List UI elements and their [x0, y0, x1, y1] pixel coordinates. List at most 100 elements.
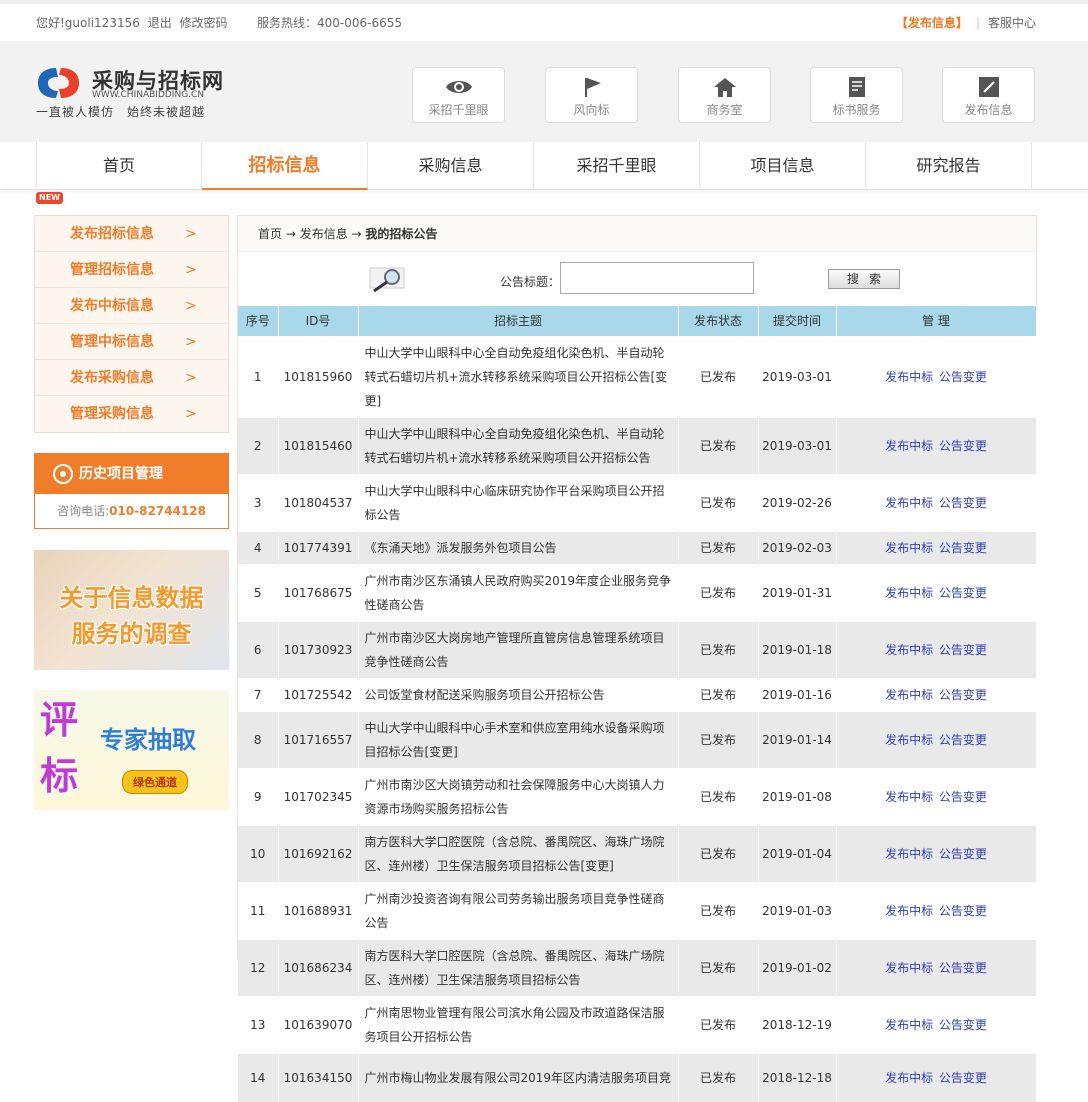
change-notice-link[interactable]: 公告变更 — [939, 1071, 987, 1085]
nav-item-purchase[interactable]: 采购信息 — [368, 142, 534, 190]
table-row: 14 101634150 广州市梅山物业发展有限公司2019年区内清洁服务项目竞 已发… — [238, 1052, 1037, 1102]
row-topic: 中山大学中山眼科中心手术室和供应室用纯水设备采购项目招标公告[变更] — [358, 710, 679, 768]
row-actions: 发布中标 公告变更 — [836, 824, 1037, 882]
nav-item-reports[interactable]: 研究报告 — [866, 142, 1032, 190]
row-actions: 发布中标 公告变更 — [836, 620, 1037, 678]
change-notice-link[interactable]: 公告变更 — [939, 1018, 987, 1032]
row-topic: 广州市南沙区大岗镇劳动和社会保障服务中心大岗镇人力资源市场购买服务招标公告 — [358, 767, 679, 825]
row-actions: 发布中标 公告变更 — [836, 563, 1037, 621]
change-notice-link[interactable]: 公告变更 — [939, 541, 987, 555]
site-logo[interactable]: 采购与招标网 WWW.CHINABIDDING.CN 一直被人模仿 始终未被超越 — [36, 65, 236, 125]
sidebar-item-publish-purchase[interactable]: 发布采购信息 > — [35, 360, 228, 396]
publish-award-link[interactable]: 发布中标 — [885, 790, 933, 804]
row-number: 11 — [238, 881, 279, 939]
search-button[interactable]: 搜索 — [828, 269, 900, 289]
publish-award-link[interactable]: 发布中标 — [885, 1018, 933, 1032]
breadcrumb-home[interactable]: 首页 — [258, 227, 282, 241]
change-notice-link[interactable]: 公告变更 — [939, 370, 987, 384]
column-header: 管 理 — [836, 306, 1037, 336]
row-topic: 公司饭堂食材配送采购服务项目公开招标公告 — [358, 677, 679, 711]
hotline: 服务热线：400-006-6655 — [257, 16, 403, 30]
change-notice-link[interactable]: 公告变更 — [939, 790, 987, 804]
publish-award-link[interactable]: 发布中标 — [885, 541, 933, 555]
row-date: 2019-03-01 — [758, 335, 837, 417]
publish-award-link[interactable]: 发布中标 — [885, 688, 933, 702]
row-status: 已发布 — [678, 1052, 759, 1102]
change-notice-link[interactable]: 公告变更 — [939, 643, 987, 657]
row-number: 9 — [238, 767, 279, 825]
publish-award-link[interactable]: 发布中标 — [885, 586, 933, 600]
main-panel: 首页 → 发布信息 → 我的招标公告 公告标题： 搜索 序号 ID号 招标主题 … — [237, 215, 1037, 1102]
change-notice-link[interactable]: 公告变更 — [939, 904, 987, 918]
change-notice-link[interactable]: 公告变更 — [939, 688, 987, 702]
row-status: 已发布 — [678, 335, 759, 417]
row-date: 2019-01-18 — [758, 620, 837, 678]
row-status: 已发布 — [678, 824, 759, 882]
publish-award-link[interactable]: 发布中标 — [885, 370, 933, 384]
table-header-row: 序号 ID号 招标主题 发布状态 提交时间 管 理 — [238, 306, 1037, 336]
change-notice-link[interactable]: 公告变更 — [939, 496, 987, 510]
history-project-link[interactable]: 历史项目管理 — [35, 454, 228, 494]
survey-banner[interactable]: 关于信息数据 服务的调查 — [34, 550, 229, 670]
change-notice-link[interactable]: 公告变更 — [939, 586, 987, 600]
sidebar-item-manage-award[interactable]: 管理中标信息 > — [35, 324, 228, 360]
new-badge: NEW — [36, 192, 63, 204]
header-button-home[interactable]: 商务室 — [678, 67, 771, 123]
sidebar-item-manage-purchase[interactable]: 管理采购信息 > — [35, 396, 228, 432]
eye-icon — [445, 81, 472, 93]
service-center-link[interactable]: 客服中心 — [988, 16, 1036, 30]
row-id: 101774391 — [278, 530, 359, 564]
row-number: 2 — [238, 416, 279, 474]
change-notice-link[interactable]: 公告变更 — [939, 733, 987, 747]
sidebar-item-label: 管理中标信息 — [70, 334, 154, 350]
search-input[interactable] — [560, 262, 754, 294]
expert-banner-button[interactable]: 绿色通道 — [122, 770, 188, 794]
nav-item-home[interactable]: 首页 — [36, 142, 202, 190]
header-button-flag[interactable]: 风向标 — [545, 67, 638, 123]
survey-banner-line2: 服务的调查 — [71, 620, 192, 648]
sidebar-item-publish-bid[interactable]: 发布招标信息 > — [35, 216, 228, 252]
header-button-document[interactable]: 标书服务 — [810, 67, 903, 123]
publish-award-link[interactable]: 发布中标 — [885, 1071, 933, 1085]
consult-phone-number: 010-82744128 — [109, 504, 206, 518]
logout-link[interactable]: 退出 — [148, 16, 172, 30]
publish-award-link[interactable]: 发布中标 — [885, 733, 933, 747]
header-button-label: 发布信息 — [964, 103, 1013, 117]
row-actions: 发布中标 公告变更 — [836, 530, 1037, 564]
change-notice-link[interactable]: 公告变更 — [939, 847, 987, 861]
publish-award-link[interactable]: 发布中标 — [885, 961, 933, 975]
sidebar-item-manage-bid[interactable]: 管理招标信息 > — [35, 252, 228, 288]
nav-item-bidding[interactable]: 招标信息 — [202, 142, 368, 190]
publish-award-link[interactable]: 发布中标 — [885, 904, 933, 918]
change-notice-link[interactable]: 公告变更 — [939, 961, 987, 975]
sidebar-item-publish-award[interactable]: 发布中标信息 > — [35, 288, 228, 324]
row-actions: 发布中标 公告变更 — [836, 995, 1037, 1053]
table-row: 9 101702345 广州市南沙区大岗镇劳动和社会保障服务中心大岗镇人力资源市场购… — [238, 767, 1037, 825]
row-actions: 发布中标 公告变更 — [836, 767, 1037, 825]
publish-award-link[interactable]: 发布中标 — [885, 496, 933, 510]
row-number: 5 — [238, 563, 279, 621]
publish-award-link[interactable]: 发布中标 — [885, 643, 933, 657]
row-status: 已发布 — [678, 416, 759, 474]
header-button-edit[interactable]: 发布信息 — [942, 67, 1035, 123]
publish-link[interactable]: 【发布信息】 — [896, 16, 968, 30]
header-button-eye[interactable]: 采招千里眼 — [412, 67, 505, 123]
change-notice-link[interactable]: 公告变更 — [939, 439, 987, 453]
row-number: 4 — [238, 530, 279, 564]
publish-award-link[interactable]: 发布中标 — [885, 847, 933, 861]
greeting-text: 您好!guoli123156 — [36, 16, 140, 30]
row-id: 101815960 — [278, 335, 359, 417]
divider: | — [975, 16, 980, 30]
row-topic: 中山大学中山眼科中心临床研究协作平台采购项目公开招标公告 — [358, 473, 679, 531]
row-actions: 发布中标 公告变更 — [836, 1052, 1037, 1102]
breadcrumb-section[interactable]: 发布信息 — [300, 227, 348, 241]
change-password-link[interactable]: 修改密码 — [180, 16, 228, 30]
nav-item-tracker[interactable]: 采招千里眼 — [534, 142, 700, 190]
publish-award-link[interactable]: 发布中标 — [885, 439, 933, 453]
row-topic: 广州南沙投资咨询有限公司劳务输出服务项目竞争性磋商公告 — [358, 881, 679, 939]
table-row: 7 101725542 公司饭堂食材配送采购服务项目公开招标公告 已发布 2019-01… — [238, 677, 1037, 711]
sidebar-item-label: 发布招标信息 — [70, 226, 154, 242]
nav-item-projects[interactable]: 项目信息 — [700, 142, 866, 190]
expert-banner[interactable]: 评 标 专家抽取 绿色通道 — [34, 690, 229, 810]
header-button-label: 采招千里眼 — [428, 103, 489, 117]
